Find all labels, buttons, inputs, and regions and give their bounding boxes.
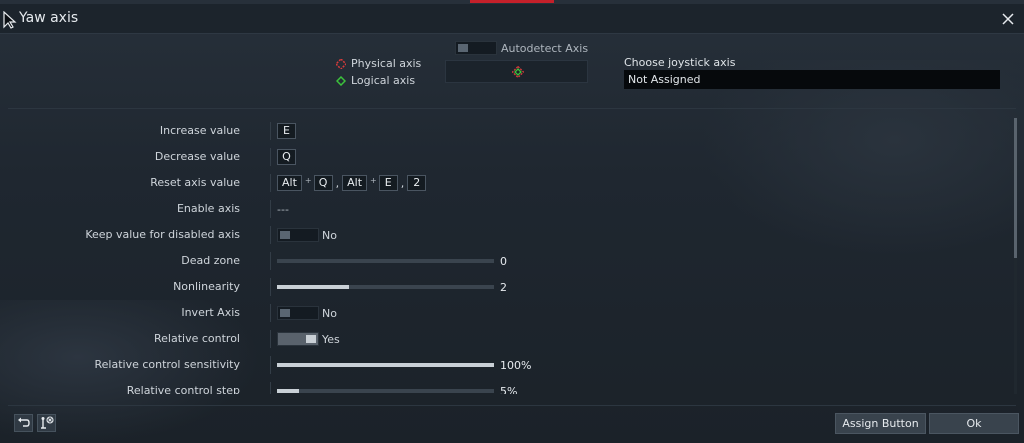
dead-zone-slider[interactable] <box>277 259 494 263</box>
row-label: Nonlinearity <box>173 280 240 293</box>
toggle-state: No <box>322 228 337 242</box>
row-keep-value: Keep value for disabled axis No <box>0 222 1000 248</box>
toggle-state: Yes <box>322 332 340 346</box>
row-label: Decrease value <box>154 150 240 163</box>
row-decrease-value: Decrease value Q <box>0 144 1000 170</box>
row-label: Relative control <box>154 332 240 345</box>
ok-button[interactable]: Ok <box>929 413 1019 434</box>
legend-physical: Physical axis <box>336 55 421 72</box>
relative-control-toggle[interactable] <box>277 332 319 346</box>
key-alt[interactable]: Alt <box>277 175 302 191</box>
key-2[interactable]: 2 <box>407 175 427 191</box>
scrollbar-thumb[interactable] <box>1014 118 1017 258</box>
row-nonlinearity: Nonlinearity 2 <box>0 274 1000 300</box>
divider <box>8 405 1016 406</box>
cursor-icon <box>3 11 17 29</box>
row-label: Reset axis value <box>150 176 240 189</box>
invert-axis-toggle[interactable] <box>277 306 319 320</box>
close-icon[interactable] <box>1000 11 1016 27</box>
top-accent-tab <box>470 0 554 3</box>
row-relative-control: Relative control Yes <box>0 326 1000 352</box>
legend-physical-label: Physical axis <box>351 57 422 70</box>
row-label: Relative control sensitivity <box>94 358 241 371</box>
axis-position-indicator <box>445 60 588 83</box>
assign-button[interactable]: Assign Button <box>835 413 926 434</box>
slider-value: 2 <box>500 280 507 294</box>
row-dead-zone: Dead zone 0 <box>0 248 1000 274</box>
key-alt[interactable]: Alt <box>342 175 368 191</box>
row-reset-axis-value: Reset axis value Alt + Q , Alt + E , 2 <box>0 170 1000 196</box>
slider-value: 100% <box>500 358 532 372</box>
settings-list: Increase value E Decrease value Q Reset … <box>0 118 1010 394</box>
clear-binding-button[interactable] <box>37 414 56 432</box>
toggle-state: No <box>322 306 337 320</box>
nonlinearity-slider[interactable] <box>277 285 494 289</box>
axis-header: Physical axis Logical axis Autodetect Ax… <box>0 35 1024 105</box>
settings-scrollbar[interactable] <box>1014 118 1017 394</box>
undo-icon <box>18 417 30 427</box>
logical-axis-icon <box>336 75 346 86</box>
footer-bar: Assign Button Ok <box>0 410 1024 443</box>
autodetect-label: Autodetect Axis <box>501 41 589 55</box>
autodetect-toggle[interactable] <box>455 41 497 55</box>
choose-joystick-label: Choose joystick axis <box>624 56 736 69</box>
title-bar: Yaw axis <box>0 4 1024 34</box>
key-e[interactable]: E <box>378 175 398 191</box>
divider <box>8 108 1016 109</box>
autodetect-toggle-group[interactable]: Autodetect Axis <box>455 41 588 55</box>
row-label: Increase value <box>159 124 240 137</box>
row-relative-step: Relative control step 5% <box>0 378 1000 394</box>
row-label: Invert Axis <box>181 306 240 319</box>
row-relative-sensitivity: Relative control sensitivity 100% <box>0 352 1000 378</box>
row-label: Keep value for disabled axis <box>85 228 240 241</box>
slider-value: 5% <box>500 384 518 395</box>
legend-logical: Logical axis <box>336 72 421 89</box>
relative-step-slider[interactable] <box>277 389 494 393</box>
axis-crosshair-icon <box>512 66 524 78</box>
key-combo[interactable]: Alt + Q , Alt + E , 2 <box>277 174 428 192</box>
joystick-axis-select[interactable]: Not Assigned <box>624 70 1000 89</box>
keep-value-toggle[interactable] <box>277 228 319 242</box>
row-label: Relative control step <box>126 384 240 394</box>
key-binding[interactable]: Q <box>277 149 296 165</box>
axis-legend: Physical axis Logical axis <box>336 55 421 89</box>
key-binding[interactable]: E <box>277 123 296 139</box>
reset-button[interactable] <box>14 414 33 432</box>
key-q[interactable]: Q <box>313 175 333 191</box>
joystick-clear-icon <box>40 416 54 429</box>
row-invert-axis: Invert Axis No <box>0 300 1000 326</box>
relative-sensitivity-slider[interactable] <box>277 363 494 367</box>
row-increase-value: Increase value E <box>0 118 1000 144</box>
window-title: Yaw axis <box>19 10 79 26</box>
physical-axis-icon <box>336 58 346 69</box>
enable-axis-value[interactable]: --- <box>277 203 289 216</box>
slider-value: 0 <box>500 254 507 268</box>
row-label: Enable axis <box>176 202 240 215</box>
row-label: Dead zone <box>181 254 240 267</box>
row-enable-axis: Enable axis --- <box>0 196 1000 222</box>
legend-logical-label: Logical axis <box>351 74 416 87</box>
